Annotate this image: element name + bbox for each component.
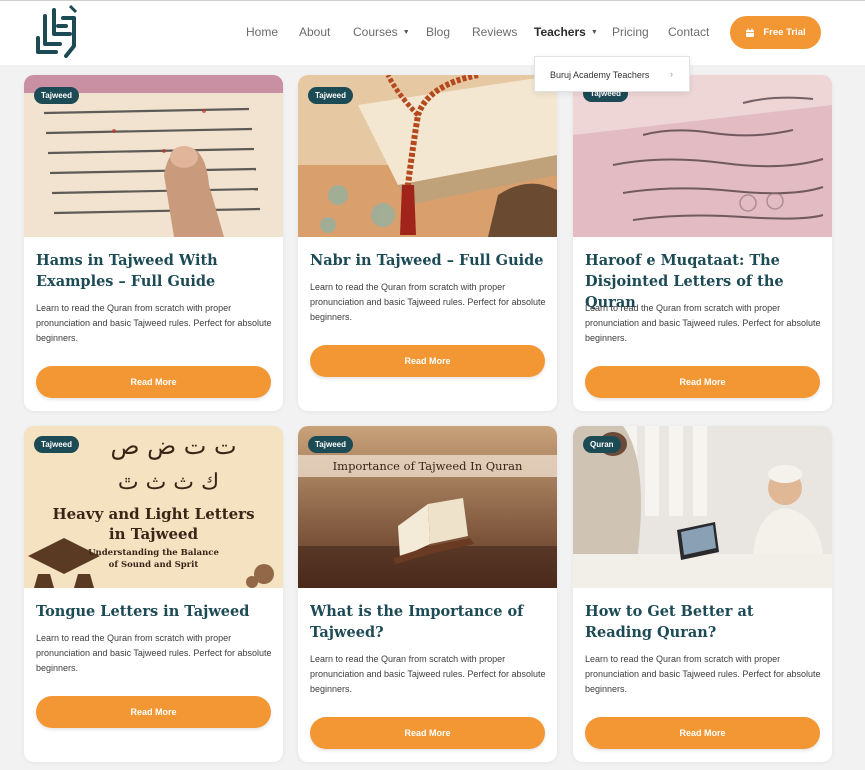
nav-reviews[interactable]: Reviews xyxy=(472,25,517,39)
post-description: Learn to read the Quran from scratch wit… xyxy=(585,303,821,343)
blog-card: Tajweed Haroof e Muqataat: The Disjointe… xyxy=(573,75,832,411)
teachers-dropdown: Buruj Academy Teachers › xyxy=(534,56,690,92)
nav-courses[interactable]: Courses ▼ xyxy=(353,25,410,39)
read-more-button[interactable]: Read More xyxy=(310,717,545,749)
image-subheading-line1: Understanding the Balance xyxy=(88,548,219,558)
category-badge[interactable]: Tajweed xyxy=(308,436,353,453)
image-heading-line1: Heavy and Light Letters xyxy=(52,505,255,523)
nav-blog[interactable]: Blog xyxy=(426,25,450,39)
post-description: Learn to read the Quran from scratch wit… xyxy=(310,654,546,694)
blog-card: Importance of Tajweed In Quran Tajweed W… xyxy=(298,426,557,762)
arabic-letters-bottom: ك ث ث ٿ xyxy=(117,470,220,495)
caret-down-icon: ▼ xyxy=(402,29,410,36)
caret-down-icon: ▼ xyxy=(590,29,598,36)
dropdown-item-buruj-teachers[interactable]: Buruj Academy Teachers xyxy=(550,70,649,80)
nav-pricing[interactable]: Pricing xyxy=(612,25,649,39)
read-more-button[interactable]: Read More xyxy=(585,366,820,398)
logo-mark-icon xyxy=(36,4,78,58)
category-badge[interactable]: Quran xyxy=(583,436,621,453)
image-subheading-line2: of Sound and Sprit xyxy=(108,560,199,570)
post-description: Learn to read the Quran from scratch wit… xyxy=(36,303,272,343)
blog-card: Tajweed Hams in Tajweed With Examples – … xyxy=(24,75,283,411)
calendar-icon xyxy=(746,28,755,37)
post-title[interactable]: What is the Importance of Tajweed? xyxy=(310,601,546,643)
nav-home[interactable]: Home xyxy=(246,25,278,39)
post-thumbnail[interactable]: ت ت ض ص ك ث ث ٿ Heavy and Light Letters … xyxy=(24,426,283,588)
image-banner-text: Importance of Tajweed In Quran xyxy=(332,459,523,473)
nav-contact[interactable]: Contact xyxy=(668,25,709,39)
nav-about[interactable]: About xyxy=(299,25,330,39)
post-thumbnail[interactable]: Tajweed xyxy=(298,75,557,237)
blog-card: Tajweed Nabr in Tajweed – Full Guide Lea… xyxy=(298,75,557,411)
category-badge[interactable]: Tajweed xyxy=(34,436,79,453)
nav-teachers-label: Teachers xyxy=(534,25,586,39)
nav-teachers[interactable]: Teachers ▼ xyxy=(534,25,598,39)
image-heading-line2: in Tajweed xyxy=(108,525,199,543)
post-description: Learn to read the Quran from scratch wit… xyxy=(585,654,821,694)
post-title[interactable]: How to Get Better at Reading Quran? xyxy=(585,601,821,643)
site-logo[interactable] xyxy=(30,4,80,62)
read-more-button[interactable]: Read More xyxy=(36,696,271,728)
category-badge[interactable]: Tajweed xyxy=(308,87,353,104)
post-title[interactable]: Nabr in Tajweed – Full Guide xyxy=(310,250,546,271)
category-badge[interactable]: Tajweed xyxy=(34,87,79,104)
read-more-button[interactable]: Read More xyxy=(585,717,820,749)
post-thumbnail[interactable]: Quran xyxy=(573,426,832,588)
post-thumbnail[interactable]: Importance of Tajweed In Quran Tajweed xyxy=(298,426,557,588)
post-title[interactable]: Hams in Tajweed With Examples – Full Gui… xyxy=(36,250,272,292)
post-thumbnail[interactable]: Tajweed xyxy=(24,75,283,237)
nav-courses-label: Courses xyxy=(353,25,398,39)
chevron-right-icon: › xyxy=(670,69,673,79)
blog-card: ت ت ض ص ك ث ث ٿ Heavy and Light Letters … xyxy=(24,426,283,762)
free-trial-label: Free Trial xyxy=(763,27,806,38)
blog-card: Quran How to Get Better at Reading Quran… xyxy=(573,426,832,762)
post-title[interactable]: Tongue Letters in Tajweed xyxy=(36,601,272,622)
read-more-button[interactable]: Read More xyxy=(36,366,271,398)
site-header: Home About Courses ▼ Blog Reviews Teacher… xyxy=(0,1,865,65)
post-thumbnail[interactable]: Tajweed xyxy=(573,75,832,237)
free-trial-button[interactable]: Free Trial xyxy=(730,16,821,49)
post-description: Learn to read the Quran from scratch wit… xyxy=(310,282,546,322)
post-description: Learn to read the Quran from scratch wit… xyxy=(36,633,272,673)
read-more-button[interactable]: Read More xyxy=(310,345,545,377)
